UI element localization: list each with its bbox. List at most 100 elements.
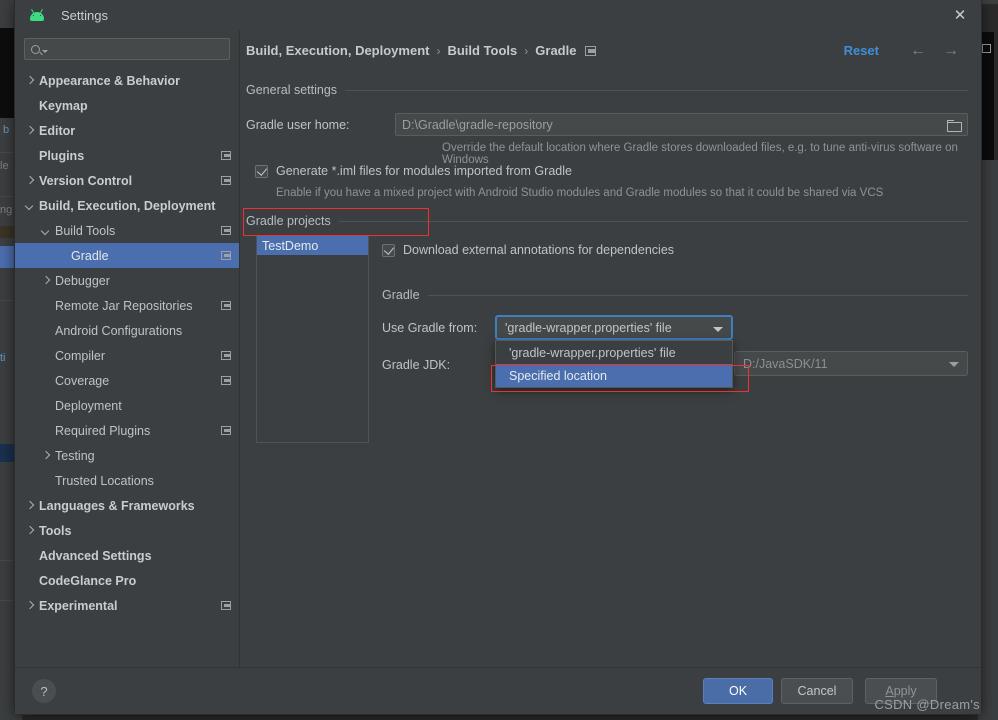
chevron-right-icon[interactable] [41,276,51,286]
sidebar-item-label: Gradle [71,248,109,263]
settings-sidebar: Appearance & Behavior Keymap Editor Plugins… [15,30,240,667]
sidebar-item-codeglance-pro[interactable]: CodeGlance Pro [15,568,239,593]
chevron-right-icon[interactable] [25,176,35,186]
sidebar-item-coverage[interactable]: Coverage [15,368,239,393]
chevron-right-icon[interactable] [25,126,35,136]
generate-iml-checkbox[interactable] [255,164,268,178]
sidebar-item-label: Coverage [55,373,110,388]
sidebar-item-label: Remote Jar Repositories [55,298,193,313]
section-divider [338,220,968,222]
dropdown-option-selected[interactable]: Specified location [496,364,732,387]
section-title: Gradle projects [246,214,331,228]
dialog-body: Appearance & Behavior Keymap Editor Plugins… [15,30,981,667]
settings-tree: Appearance & Behavior Keymap Editor Plugins… [15,64,239,618]
chevron-down-icon[interactable] [25,201,35,211]
back-arrow-icon[interactable]: ← [910,43,926,59]
section-title: General settings [246,83,338,97]
project-scope-icon [221,176,231,185]
help-button[interactable]: ? [32,679,56,703]
sidebar-item-version-control[interactable]: Version Control [15,168,239,193]
breadcrumb-item-2[interactable]: Gradle [535,43,576,58]
sidebar-item-debugger[interactable]: Debugger [15,268,239,293]
project-scope-icon [221,601,231,610]
generate-iml-checkbox-row[interactable]: Generate *.iml files for modules importe… [255,164,572,178]
sidebar-item-required-plugins[interactable]: Required Plugins [15,418,239,443]
sidebar-item-label: Editor [39,123,76,138]
sidebar-item-gradle[interactable]: Gradle [15,243,239,268]
cancel-button[interactable]: Cancel [781,678,853,704]
dropdown-option[interactable]: 'gradle-wrapper.properties' file [496,341,732,364]
sidebar-item-keymap[interactable]: Keymap [15,93,239,118]
chevron-right-icon[interactable] [25,76,35,86]
chevron-down-icon [713,327,723,332]
chevron-right-icon[interactable] [41,451,51,461]
sidebar-item-editor[interactable]: Editor [15,118,239,143]
search-input[interactable] [48,41,223,57]
search-icon [31,44,40,54]
sidebar-item-plugins[interactable]: Plugins [15,143,239,168]
breadcrumb-item-1[interactable]: Build Tools [447,43,517,58]
gradle-jdk-combo[interactable]: D:/JavaSDK/11 [734,351,968,376]
sidebar-item-label: Debugger [55,273,110,288]
dialog-title: Settings [61,7,108,23]
chevron-right-icon[interactable] [25,526,35,536]
breadcrumb-separator: › [524,43,529,58]
gradle-projects-list[interactable]: TestDemo [256,235,369,443]
sidebar-item-label: Deployment [55,398,122,413]
sidebar-item-compiler[interactable]: Compiler [15,343,239,368]
breadcrumb: Build, Execution, Deployment › Build Too… [246,43,597,58]
download-annotations-checkbox-row[interactable]: Download external annotations for depend… [382,243,674,257]
sidebar-item-android-configurations[interactable]: Android Configurations [15,318,239,343]
section-divider [345,89,968,91]
sidebar-item-appearance-behavior[interactable]: Appearance & Behavior [15,68,239,93]
sidebar-item-trusted-locations[interactable]: Trusted Locations [15,468,239,493]
close-icon[interactable]: ✕ [949,5,971,25]
background-code-text: ng [0,204,13,216]
project-scope-icon [221,426,231,435]
dialog-footer: ? OK Cancel Apply [15,667,981,714]
reset-button[interactable]: Reset [844,43,879,58]
ok-button[interactable]: OK [703,678,773,704]
dialog-titlebar: Settings ✕ [15,0,981,30]
background-right-icon [982,44,991,53]
project-scope-icon [221,226,231,235]
project-scope-icon [585,45,597,56]
chevron-right-icon[interactable] [25,601,35,611]
use-gradle-from-value: 'gradle-wrapper.properties' file [505,320,672,335]
use-gradle-from-dropdown-popup[interactable]: 'gradle-wrapper.properties' file Specifi… [495,340,733,388]
project-scope-icon [221,351,231,360]
sidebar-item-build-execution-deployment[interactable]: Build, Execution, Deployment [15,193,239,218]
sidebar-item-testing[interactable]: Testing [15,443,239,468]
chevron-right-icon[interactable] [25,501,35,511]
sidebar-item-deployment[interactable]: Deployment [15,393,239,418]
breadcrumb-item-0[interactable]: Build, Execution, Deployment [246,43,429,58]
sidebar-item-experimental[interactable]: Experimental [15,593,239,618]
chevron-down-icon[interactable] [41,226,51,236]
gradle-user-home-field[interactable]: D:\Gradle\gradle-repository [395,113,968,136]
use-gradle-from-combo[interactable]: 'gradle-wrapper.properties' file [495,315,733,340]
list-item[interactable]: TestDemo [257,236,368,255]
search-box[interactable] [24,38,230,60]
watermark: CSDN @Dream's [874,697,980,712]
sidebar-item-languages-frameworks[interactable]: Languages & Frameworks [15,493,239,518]
forward-arrow-icon[interactable]: → [943,43,959,59]
sidebar-item-remote-jar-repositories[interactable]: Remote Jar Repositories [15,293,239,318]
project-scope-icon [221,151,231,160]
download-annotations-label: Download external annotations for depend… [403,243,675,257]
generate-iml-label: Generate *.iml files for modules importe… [276,164,572,178]
search-area [15,30,239,64]
settings-main-panel: Build, Execution, Deployment › Build Too… [240,30,981,667]
sidebar-item-tools[interactable]: Tools [15,518,239,543]
sidebar-item-build-tools[interactable]: Build Tools [15,218,239,243]
sidebar-item-advanced-settings[interactable]: Advanced Settings [15,543,239,568]
project-scope-icon [221,376,231,385]
folder-icon[interactable] [947,120,962,132]
download-annotations-checkbox[interactable] [382,243,395,257]
